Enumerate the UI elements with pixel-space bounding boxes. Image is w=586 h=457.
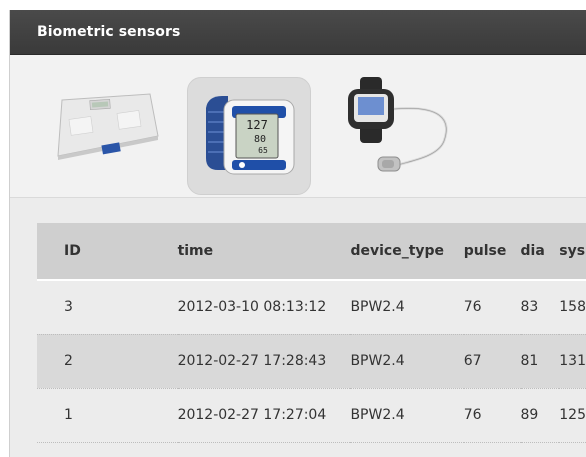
column-header-dia[interactable]: dia <box>520 223 560 281</box>
cell-sys: 125 <box>559 407 586 423</box>
column-header-pulse[interactable]: pulse <box>463 223 521 281</box>
cell-id: 2 <box>64 353 73 369</box>
pulse-oximeter-watch-icon <box>348 77 448 172</box>
cell-time: 2012-02-27 17:27:04 <box>177 407 327 423</box>
cell-pulse: 67 <box>463 353 482 369</box>
biometric-sensors-window: Biometric sensors 127 80 65 ID time devi… <box>10 10 586 457</box>
table-row[interactable]: 1 2012-02-27 17:27:04 BPW2.4 76 89 125 <box>37 388 586 442</box>
column-header-time[interactable]: time <box>177 223 351 281</box>
cell-id: 1 <box>64 407 73 423</box>
column-header-sys[interactable]: sys <box>559 223 586 281</box>
device-scale-button[interactable] <box>40 90 160 170</box>
wrist-blood-pressure-monitor-icon: 127 80 65 <box>206 96 295 175</box>
measurements-table: ID time device_type pulse dia sys 3 2012… <box>37 223 586 443</box>
device-selector: 127 80 65 <box>10 55 586 198</box>
cell-device-type: BPW2.4 <box>350 407 405 423</box>
column-header-device-type[interactable]: device_type <box>350 223 464 281</box>
column-header-id[interactable]: ID <box>37 223 178 281</box>
cell-time: 2012-02-27 17:28:43 <box>177 353 327 369</box>
device-blood-pressure-button[interactable]: 127 80 65 <box>187 77 311 195</box>
table-row[interactable]: 2 2012-02-27 17:28:43 BPW2.4 67 81 131 <box>37 334 586 388</box>
table-header-row: ID time device_type pulse dia sys <box>37 223 586 281</box>
table-row[interactable]: 3 2012-03-10 08:13:12 BPW2.4 76 83 158 <box>37 280 586 334</box>
cell-dia: 81 <box>520 353 539 369</box>
bp-display-dia: 80 <box>254 134 266 145</box>
window-titlebar: Biometric sensors <box>10 10 586 55</box>
cell-sys: 158 <box>559 299 586 316</box>
device-pulse-oximeter-button[interactable] <box>340 75 470 187</box>
bp-display-sys: 127 <box>246 118 268 132</box>
cell-dia: 89 <box>520 407 539 423</box>
cell-dia: 83 <box>520 299 539 316</box>
cell-device-type: BPW2.4 <box>350 353 405 369</box>
bp-display-pulse: 65 <box>258 146 268 155</box>
cell-id: 3 <box>64 299 73 316</box>
cell-sys: 131 <box>559 353 586 369</box>
cell-time: 2012-03-10 08:13:12 <box>177 299 327 316</box>
cell-device-type: BPW2.4 <box>350 299 405 316</box>
body-scale-icon <box>57 93 159 160</box>
cell-pulse: 76 <box>463 407 482 423</box>
window-title: Biometric sensors <box>37 24 181 40</box>
cell-pulse: 76 <box>463 299 482 316</box>
